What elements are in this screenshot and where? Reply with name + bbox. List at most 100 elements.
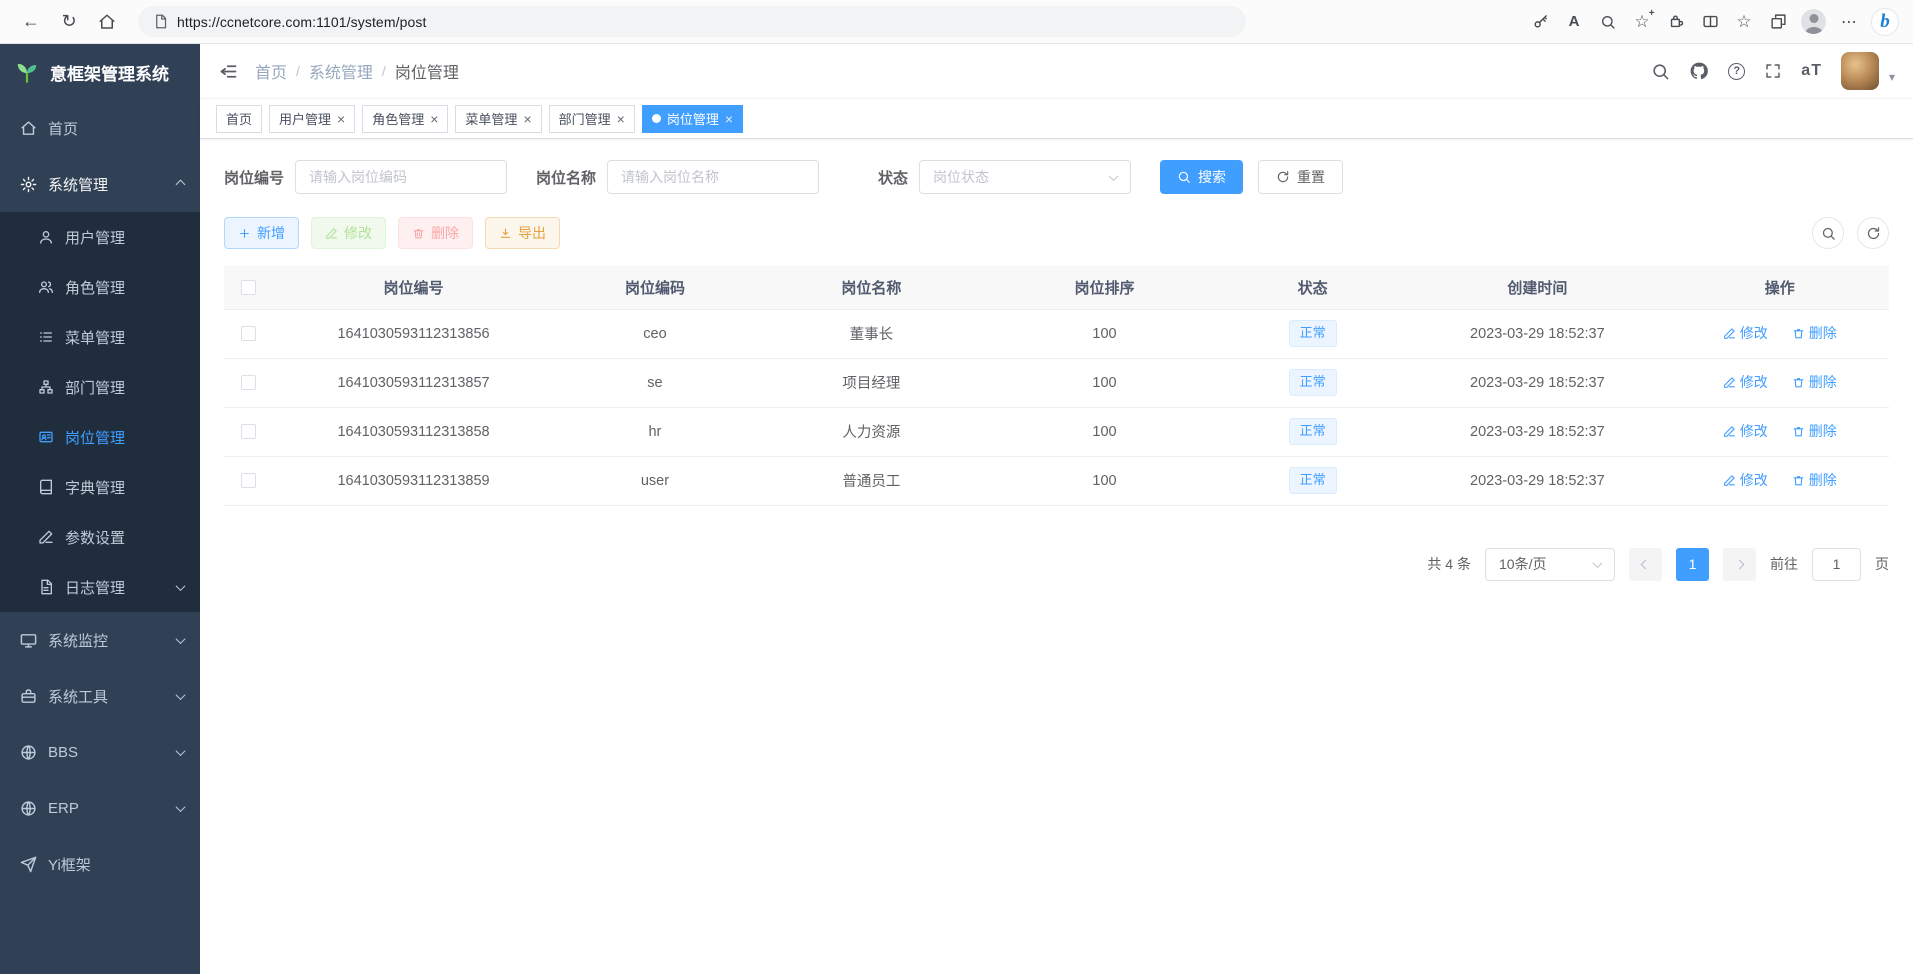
search-button[interactable]: 搜索 [1160,160,1243,194]
sidebar-item-param-settings[interactable]: 参数设置 [0,512,200,562]
sidebar-item-system-monitor[interactable]: 系统监控 [0,612,200,668]
org-tree-icon [38,379,54,395]
cell-post-code: user [555,456,755,505]
sidebar-item-home[interactable]: 首页 [0,100,200,156]
page-size-select[interactable]: 10条/页 [1485,548,1615,581]
post-name-input[interactable] [607,160,819,194]
page-1-button[interactable]: 1 [1676,548,1709,581]
close-icon[interactable]: × [617,112,625,126]
read-aloud-button[interactable]: A [1558,5,1590,39]
browser-refresh-button[interactable]: ↻ [52,5,86,39]
next-page-button[interactable] [1723,548,1756,581]
edit-button[interactable]: 修改 [311,217,386,249]
refresh-icon [1276,170,1290,184]
user-avatar[interactable] [1841,52,1879,90]
menu-label: 角色管理 [65,277,125,298]
fullscreen-button[interactable] [1764,62,1782,80]
sidebar-item-yi-framework[interactable]: Yi框架 [0,836,200,892]
table-row[interactable]: 1641030593112313858 hr 人力资源 100 正常 2023-… [224,407,1889,456]
row-delete-link[interactable]: 删除 [1792,323,1837,343]
zoom-button[interactable] [1592,5,1624,39]
row-checkbox[interactable] [241,326,256,341]
browser-back-button[interactable]: ← [14,5,48,39]
row-delete-link[interactable]: 删除 [1792,372,1837,392]
refresh-table-button[interactable] [1857,217,1889,249]
extensions-button[interactable] [1660,5,1692,39]
search-form: 岗位编号 岗位名称 状态 岗位状态 搜索 [224,160,1889,194]
sidebar-item-post-mgmt[interactable]: 岗位管理 [0,412,200,462]
select-all-checkbox[interactable] [241,280,256,295]
tab-menu-mgmt[interactable]: 菜单管理 × [455,105,541,133]
header-post-id: 岗位编号 [272,266,555,309]
row-checkbox[interactable] [241,424,256,439]
close-icon[interactable]: × [523,112,531,126]
tab-role-mgmt[interactable]: 角色管理 × [362,105,448,133]
row-edit-link[interactable]: 修改 [1723,470,1768,490]
table-row[interactable]: 1641030593112313856 ceo 董事长 100 正常 2023-… [224,309,1889,358]
cell-post-sort: 100 [988,456,1221,505]
header-search-button[interactable] [1651,62,1670,81]
row-checkbox[interactable] [241,473,256,488]
goto-page-input[interactable] [1812,548,1861,581]
reset-button[interactable]: 重置 [1258,160,1343,194]
header-actions: ? aT ▾ [1651,52,1895,90]
export-button[interactable]: 导出 [485,217,560,249]
sidebar-item-system-tools[interactable]: 系统工具 [0,668,200,724]
row-edit-link[interactable]: 修改 [1723,323,1768,343]
github-button[interactable] [1689,61,1709,81]
browser-home-button[interactable] [90,5,124,39]
tab-home[interactable]: 首页 [216,105,262,133]
password-button[interactable] [1524,5,1556,39]
row-checkbox[interactable] [241,375,256,390]
split-screen-button[interactable] [1694,5,1726,39]
trash-icon [1792,327,1805,340]
close-icon[interactable]: × [430,112,438,126]
chevron-down-icon [176,634,186,644]
export-button-label: 导出 [518,223,546,243]
table-row[interactable]: 1641030593112313857 se 项目经理 100 正常 2023-… [224,358,1889,407]
chevron-down-icon [1109,171,1119,181]
sidebar-item-bbs[interactable]: BBS [0,724,200,780]
table-row[interactable]: 1641030593112313859 user 普通员工 100 正常 202… [224,456,1889,505]
prev-page-button[interactable] [1629,548,1662,581]
tab-user-mgmt[interactable]: 用户管理 × [269,105,355,133]
post-code-input[interactable] [295,160,507,194]
sidebar-item-dept-mgmt[interactable]: 部门管理 [0,362,200,412]
collections-button[interactable] [1762,5,1794,39]
close-icon[interactable]: × [725,112,733,126]
sidebar-item-menu-mgmt[interactable]: 菜单管理 [0,312,200,362]
row-edit-link[interactable]: 修改 [1723,421,1768,441]
row-edit-link[interactable]: 修改 [1723,372,1768,392]
main-area: 首页 / 系统管理 / 岗位管理 ? a [200,44,1913,974]
tab-post-mgmt[interactable]: 岗位管理 × [642,105,743,133]
sidebar-item-dict-mgmt[interactable]: 字典管理 [0,462,200,512]
sidebar-item-log-mgmt[interactable]: 日志管理 [0,562,200,612]
row-delete-link[interactable]: 删除 [1792,470,1837,490]
browser-more-button[interactable]: ⋯ [1833,5,1865,39]
menu-label: 参数设置 [65,527,125,548]
toggle-search-button[interactable] [1812,217,1844,249]
tab-dept-mgmt[interactable]: 部门管理 × [549,105,635,133]
close-icon[interactable]: × [337,112,345,126]
sidebar-item-role-mgmt[interactable]: 角色管理 [0,262,200,312]
page-content: 岗位编号 岗位名称 状态 岗位状态 搜索 [200,139,1913,974]
favorites-button[interactable]: ☆ [1728,5,1760,39]
help-button[interactable]: ? [1728,63,1745,80]
add-favorite-button[interactable]: ☆+ [1626,5,1658,39]
sidebar-collapse-button[interactable] [218,61,239,82]
address-bar[interactable]: https://ccnetcore.com:1101/system/post [138,6,1246,37]
add-button[interactable]: 新增 [224,217,299,249]
status-select[interactable]: 岗位状态 [919,160,1131,194]
breadcrumb-system-mgmt[interactable]: 系统管理 [309,59,373,83]
sidebar-item-user-mgmt[interactable]: 用户管理 [0,212,200,262]
delete-button[interactable]: 删除 [398,217,473,249]
copilot-button[interactable]: b [1871,8,1899,36]
reset-button-label: 重置 [1297,167,1325,187]
breadcrumb-home[interactable]: 首页 [255,59,287,83]
font-size-button[interactable]: aT [1801,62,1822,80]
row-delete-link[interactable]: 删除 [1792,421,1837,441]
caret-down-icon: ▾ [1889,70,1895,90]
sidebar-item-erp[interactable]: ERP [0,780,200,836]
browser-profile-avatar[interactable] [1801,9,1826,34]
sidebar-item-system-mgmt[interactable]: 系统管理 [0,156,200,212]
